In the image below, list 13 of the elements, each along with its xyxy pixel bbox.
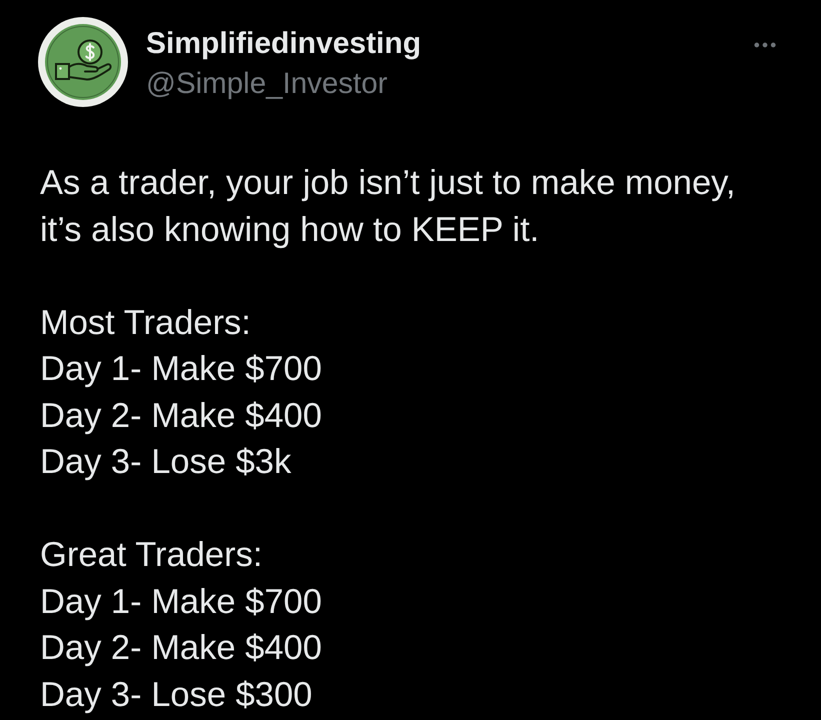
list-item: Day 1- Make $700 (40, 582, 322, 622)
list-heading: Most Traders: (40, 302, 251, 344)
list-item: Day 2- Make $400 (40, 628, 322, 669)
list-heading: Great Traders: (40, 535, 262, 576)
more-options-icon[interactable] (754, 42, 776, 48)
author-name[interactable]: Simplifiedinvesting (146, 27, 422, 61)
coin-hand-avatar-icon[interactable] (38, 17, 128, 107)
list-item: Day 1- Make $700 (40, 349, 322, 390)
list-item: Day 2- Make $400 (40, 396, 322, 436)
post-paragraph: As a trader, your job isn’t just to make money, it’s also knowing how to KEEP it. (40, 163, 736, 250)
author-handle[interactable]: @Simple_Investor (146, 67, 388, 101)
list-item: Day 3- Lose $3k (40, 442, 292, 483)
list-item: Day 3- Lose $300 (40, 674, 312, 716)
